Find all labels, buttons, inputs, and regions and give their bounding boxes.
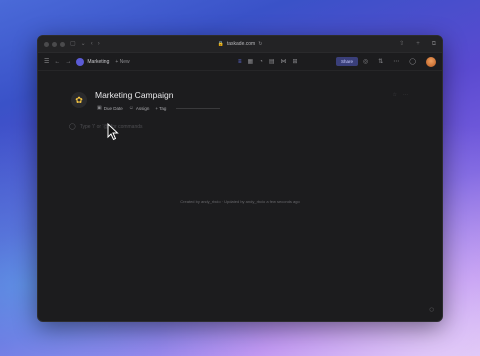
tag-button[interactable]: + Tag — [155, 106, 166, 111]
share-page-icon[interactable]: ⇧ — [399, 41, 404, 47]
mouse-pointer-icon — [107, 122, 119, 141]
more-icon[interactable]: ⋯ — [393, 59, 399, 65]
share-button[interactable]: Share — [335, 57, 358, 66]
minimize-window-button[interactable] — [52, 41, 57, 47]
star-icon[interactable]: ☆ — [393, 92, 397, 98]
app-toolbar: ☰ ← → Marketing + New ≡ ▦ ◔ ▤ ⋈ ⊞ Share … — [38, 53, 442, 71]
lock-icon: 🔒 — [217, 41, 224, 47]
user-avatar[interactable] — [426, 56, 436, 67]
chat-icon[interactable]: ◌ — [429, 305, 434, 314]
page-history-note: Created by andy_rbcio · Updated by andy_… — [180, 199, 300, 204]
page-more-icon[interactable]: ⋯ — [403, 92, 408, 98]
tab-overview-icon[interactable]: ⧉ — [432, 41, 436, 47]
board-view-icon[interactable]: ▦ — [248, 59, 254, 65]
assign-label: Assign — [135, 105, 150, 111]
properties-divider — [176, 107, 221, 109]
workspace-avatar[interactable] — [76, 57, 85, 66]
assign-button[interactable]: ☺ Assign — [129, 105, 150, 111]
browser-window: ▢ ⌄ ‹ › 🔒 taskade.com ↻ ⇧ + ⧉ ☰ ← → Mark… — [37, 35, 443, 322]
calendar-view-icon[interactable]: ◔ — [259, 59, 263, 65]
new-button[interactable]: + New — [115, 59, 129, 65]
notification-bell-icon[interactable]: ◯ — [409, 59, 416, 65]
due-date-label: Due Date — [103, 105, 123, 111]
menu-icon[interactable]: ☰ — [44, 59, 49, 65]
window-controls — [44, 41, 65, 47]
comment-icon: ◯ — [69, 124, 76, 130]
browser-actions: ⇧ + ⧉ — [394, 41, 436, 47]
forward-arrow-icon[interactable]: → — [65, 59, 71, 65]
calendar-icon: ▣ — [97, 105, 102, 111]
new-tab-icon[interactable]: + — [416, 41, 420, 47]
mindmap-view-icon[interactable]: ⋈ — [280, 59, 286, 65]
org-chart-view-icon[interactable]: ⊞ — [292, 59, 297, 65]
close-window-button[interactable] — [44, 41, 49, 47]
editor-content: ✿ Marketing Campaign ▣ Due Date ☺ Assign… — [38, 71, 442, 321]
page-title[interactable]: Marketing Campaign — [95, 90, 173, 100]
workspace-name[interactable]: Marketing — [87, 59, 109, 65]
forward-icon[interactable]: › — [98, 41, 100, 47]
address-text: taskade.com — [226, 41, 256, 47]
view-switcher: ≡ ▦ ◔ ▤ ⋈ ⊞ — [238, 59, 298, 65]
table-view-icon[interactable]: ▤ — [269, 59, 275, 65]
toolbar-right: Share ◎ ⇅ ⋯ ◯ — [335, 56, 436, 67]
back-icon[interactable]: ‹ — [91, 41, 93, 47]
sunflower-icon[interactable]: ✿ — [71, 92, 87, 108]
address-bar[interactable]: 🔒 taskade.com ↻ — [218, 41, 263, 47]
maximize-window-button[interactable] — [60, 41, 65, 47]
sidebar-toggle-icon[interactable]: ▢ — [70, 41, 76, 47]
person-icon: ☺ — [128, 105, 134, 111]
comment-input[interactable]: ◯ Type '/' or '@' for commands — [69, 123, 143, 131]
chevron-down-icon[interactable]: ⌄ — [81, 41, 86, 47]
browser-chrome: ▢ ⌄ ‹ › 🔒 taskade.com ↻ ⇧ + ⧉ — [38, 36, 442, 53]
tag-label: + Tag — [155, 105, 167, 111]
due-date-button[interactable]: ▣ Due Date — [97, 105, 123, 111]
page-actions: ☆ ⋯ — [393, 92, 408, 98]
reload-icon[interactable]: ↻ — [258, 41, 262, 47]
filter-icon[interactable]: ⇅ — [378, 59, 383, 65]
list-view-icon[interactable]: ≡ — [238, 59, 242, 65]
ai-agent-icon[interactable]: ◎ — [363, 59, 368, 65]
page-properties: ▣ Due Date ☺ Assign + Tag — [97, 105, 221, 111]
back-arrow-icon[interactable]: ← — [54, 59, 60, 65]
